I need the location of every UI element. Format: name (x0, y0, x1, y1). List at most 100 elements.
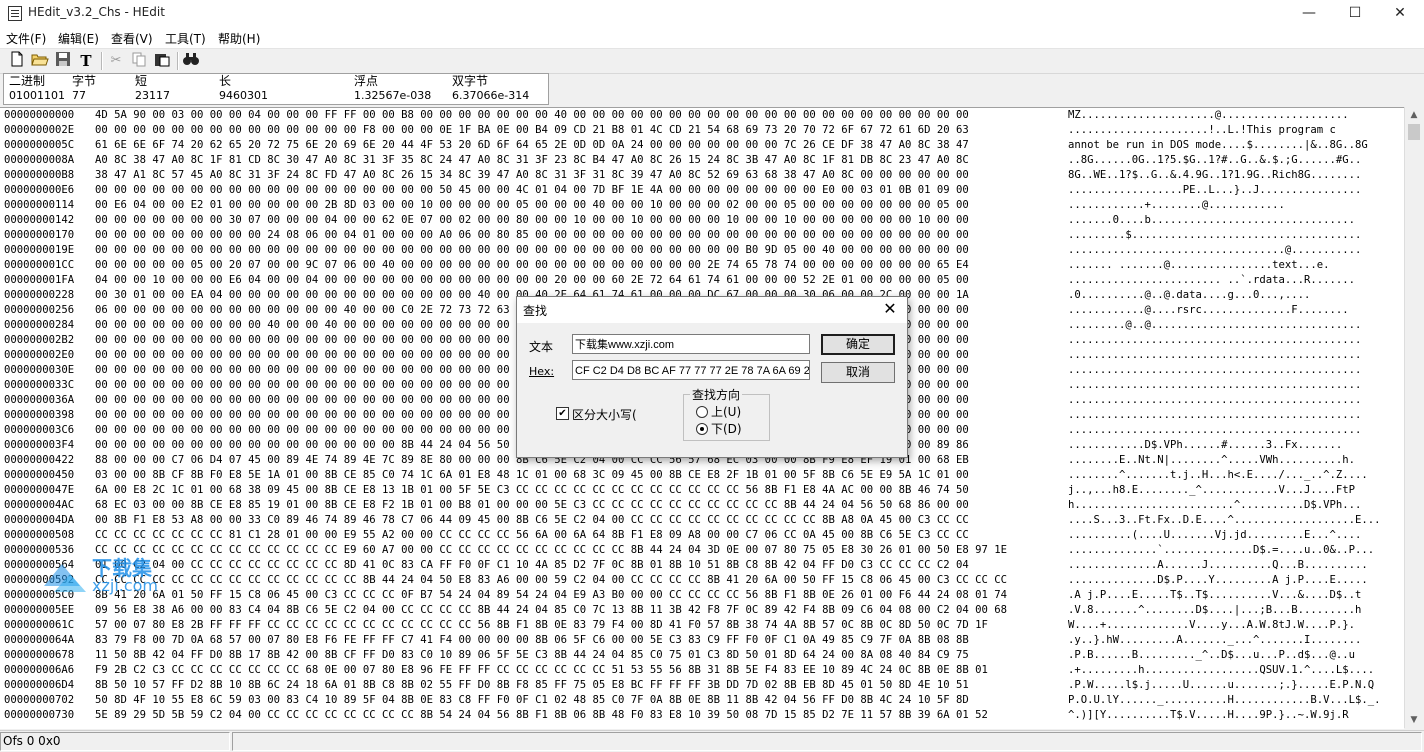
hex-row[interactable]: 000000006A6 F9 2B C2 C3 CC CC CC CC CC CC… (0, 663, 1404, 678)
close-button[interactable]: ✕ (1377, 0, 1423, 26)
hex-row[interactable]: 00000000678 11 50 8B 42 04 FF D0 8B 17 8B… (0, 648, 1404, 663)
menu-edit[interactable]: 编辑(E) (58, 30, 99, 47)
paste-icon[interactable] (152, 51, 172, 71)
new-icon[interactable] (7, 51, 27, 71)
hex-row[interactable]: 00000000730 5E 89 29 5D 5B 59 C2 04 00 CC… (0, 708, 1404, 723)
find-hex-input[interactable]: CF C2 D4 D8 BC AF 77 77 77 2E 78 7A 6A 6… (572, 360, 810, 380)
row-hex-bytes: 00 00 00 00 00 00 00 00 00 00 00 00 00 0… (95, 244, 969, 256)
find-icon[interactable] (181, 51, 201, 71)
hex-row[interactable]: 000000005EE 09 56 E8 38 A6 00 00 83 C4 04… (0, 603, 1404, 618)
maximize-button[interactable]: ☐ (1332, 0, 1378, 26)
short-label: 短 (135, 74, 148, 88)
hex-row[interactable]: 00000000000 4D 5A 90 00 03 00 00 00 04 00… (0, 108, 1404, 123)
watermark-logo: 下载集 xzji.com (40, 552, 180, 598)
hex-row[interactable]: 0000000002E 00 00 00 00 00 00 00 00 00 00… (0, 123, 1404, 138)
long-label: 长 (219, 74, 232, 88)
hex-row[interactable]: 0000000064A 83 79 F8 00 7D 0A 68 57 00 07… (0, 633, 1404, 648)
hex-row[interactable]: 00000000114 00 E6 04 00 00 E2 01 00 00 00… (0, 198, 1404, 213)
row-offset: 00000000256 (4, 304, 75, 316)
copy-icon[interactable] (129, 51, 149, 71)
menu-file[interactable]: 文件(F) (6, 30, 46, 47)
value-inspector: 二进制 01001101 字节 77 短 23117 长 9460301 浮点 … (3, 73, 549, 105)
hex-row[interactable]: 00000000702 50 8D 4F 10 55 E8 6C 59 03 00… (0, 693, 1404, 708)
minimize-button[interactable]: — (1286, 0, 1332, 26)
double-value: 6.37066e-314 (452, 89, 530, 102)
find-text-input[interactable]: 下载集www.xzji.com (572, 334, 810, 354)
row-offset: 0000000033C (4, 379, 75, 391)
short-field: 短 23117 (135, 74, 170, 103)
row-hex-bytes: 00 00 00 00 00 00 00 00 00 00 00 00 00 0… (95, 124, 969, 136)
hex-row[interactable]: 000000005C0 8B 41 20 6A 01 50 FF 15 C8 06… (0, 588, 1404, 603)
row-ascii: ........................................… (1068, 394, 1362, 406)
hex-row[interactable]: 00000000536 CC CC CC CC CC CC CC CC CC CC… (0, 543, 1404, 558)
find-dialog-title: 查找 (523, 304, 548, 318)
hex-row[interactable]: 0000000047E 6A 00 E8 2C 1C 01 00 68 38 09… (0, 483, 1404, 498)
find-dialog-close-icon[interactable]: ✕ (879, 298, 901, 320)
toolbar: T ✂ (0, 49, 1424, 74)
cancel-button[interactable]: 取消 (821, 362, 895, 383)
row-offset: 000000002B2 (4, 334, 75, 346)
row-ascii: ........................................… (1068, 349, 1362, 361)
hex-row[interactable]: 00000000508 CC CC CC CC CC CC CC 81 C1 28… (0, 528, 1404, 543)
row-offset: 000000005EE (4, 604, 75, 616)
ok-button[interactable]: 确定 (821, 334, 895, 355)
direction-down-radio[interactable] (696, 423, 708, 435)
row-hex-bytes: 61 6E 6E 6F 74 20 62 65 20 72 75 6E 20 6… (95, 139, 969, 151)
direction-up-radio[interactable] (696, 406, 708, 418)
row-hex-bytes: 09 56 E8 38 A6 00 00 83 C4 04 8B C6 5E C… (95, 604, 1008, 616)
row-ascii: ....S...3..Ft.Fx..D.E....^..............… (1068, 514, 1381, 526)
hex-row[interactable]: 00000000592 CC CC CC CC CC CC CC CC CC CC… (0, 573, 1404, 588)
row-offset: 0000000008A (4, 154, 75, 166)
hex-row[interactable]: 00000000450 03 00 00 8B CF 8B F0 E8 5E 1A… (0, 468, 1404, 483)
save-icon[interactable] (53, 51, 73, 71)
match-case-checkbox[interactable]: ✔ (556, 407, 569, 420)
hex-row[interactable]: 00000000142 00 00 00 00 00 00 00 30 07 00… (0, 213, 1404, 228)
vertical-scrollbar[interactable]: ▲ ▼ (1404, 107, 1423, 728)
row-ascii: .P.B......B........._^..D$...u...P..d$..… (1068, 649, 1356, 661)
hex-row[interactable]: 00000000564 01 00 C2 04 00 CC CC CC CC CC… (0, 558, 1404, 573)
hex-row[interactable]: 000000004DA 00 8B F1 E8 53 A8 00 00 33 C0… (0, 513, 1404, 528)
row-hex-bytes: 5E 89 29 5D 5B 59 C2 04 00 CC CC CC CC C… (95, 709, 988, 721)
row-offset: 000000001FA (4, 274, 75, 286)
hex-row[interactable]: 0000000008A A0 8C 38 47 A0 8C 1F 81 CD 8C… (0, 153, 1404, 168)
row-hex-bytes: 00 00 00 00 00 00 00 30 07 00 00 00 04 0… (95, 214, 969, 226)
hex-row[interactable]: 000000004AC 68 EC 03 00 00 8B CE E8 85 19… (0, 498, 1404, 513)
row-ascii: ......................!..L.!This program… (1068, 124, 1336, 136)
long-value: 9460301 (219, 89, 268, 102)
hex-row[interactable]: 0000000005C 61 6E 6E 6F 74 20 62 65 20 72… (0, 138, 1404, 153)
hex-row[interactable]: 00000000170 00 00 00 00 00 00 00 00 00 24… (0, 228, 1404, 243)
hex-row[interactable]: 000000006D4 8B 50 10 57 FF D2 8B 10 8B 6C… (0, 678, 1404, 693)
row-hex-bytes: 8B 41 20 6A 01 50 FF 15 C8 06 45 00 C3 C… (95, 589, 1008, 601)
scroll-thumb[interactable] (1408, 124, 1420, 140)
hex-row[interactable]: 000000000E6 00 00 00 00 00 00 00 00 00 00… (0, 183, 1404, 198)
find-dialog-titlebar[interactable]: 查找 ✕ (517, 297, 907, 323)
row-offset: 00000000000 (4, 109, 75, 121)
row-offset: 00000000228 (4, 289, 75, 301)
hex-row[interactable]: 0000000061C 57 00 07 80 E8 2B FF FF FF CC… (0, 618, 1404, 633)
status-bar: Ofs 0 0x0 (0, 730, 1424, 752)
row-ascii: ....... .......@................text...e… (1068, 259, 1330, 271)
direction-up-label: 上(U) (711, 405, 742, 419)
row-hex-bytes: 50 8D 4F 10 55 E8 6C 59 03 00 83 C4 10 8… (95, 694, 969, 706)
row-hex-bytes: CC CC CC CC CC CC CC 81 C1 28 01 00 00 E… (95, 529, 969, 541)
row-offset: 0000000064A (4, 634, 75, 646)
row-hex-bytes: 8B 50 10 57 FF D2 8B 10 8B 6C 24 18 6A 0… (95, 679, 969, 691)
open-icon[interactable] (30, 51, 50, 71)
hex-row[interactable]: 000000000B8 38 47 A1 8C 57 45 A0 8C 31 3F… (0, 168, 1404, 183)
hex-row[interactable]: 000000001FA 04 00 00 10 00 00 00 E6 04 00… (0, 273, 1404, 288)
row-ascii: .0..........@..@.data....g...0...,.... (1068, 289, 1311, 301)
float-value: 1.32567e-038 (354, 89, 432, 102)
row-offset: 00000000284 (4, 319, 75, 331)
cut-icon[interactable]: ✂ (106, 51, 126, 71)
row-offset: 00000000450 (4, 469, 75, 481)
menu-help[interactable]: 帮助(H) (218, 30, 260, 47)
hex-row[interactable]: 0000000019E 00 00 00 00 00 00 00 00 00 00… (0, 243, 1404, 258)
row-offset: 000000001CC (4, 259, 75, 271)
hex-row[interactable]: 000000001CC 00 00 00 00 00 05 00 20 07 00… (0, 258, 1404, 273)
scroll-up-icon[interactable]: ▲ (1405, 107, 1423, 123)
row-hex-bytes: 04 00 00 10 00 00 00 E6 04 00 00 04 00 0… (95, 274, 969, 286)
scroll-down-icon[interactable]: ▼ (1405, 712, 1423, 728)
menu-tools[interactable]: 工具(T) (165, 30, 206, 47)
text-icon[interactable]: T (76, 51, 96, 71)
menu-view[interactable]: 查看(V) (111, 30, 153, 47)
